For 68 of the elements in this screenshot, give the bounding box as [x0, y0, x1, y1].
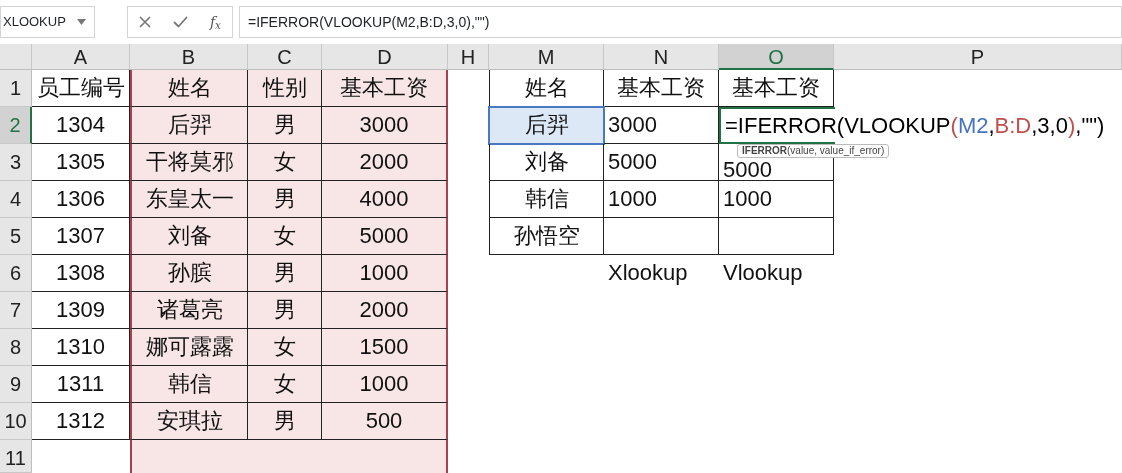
table-cell: 女 — [248, 366, 322, 403]
formula-field[interactable]: =IFERROR(VLOOKUP(M2,B:D,3,0),"") — [239, 6, 1122, 38]
table-cell: 基本工资 — [322, 70, 448, 107]
column-header[interactable]: M — [489, 44, 604, 70]
table-cell: 男 — [248, 255, 322, 292]
table-cell: 女 — [248, 218, 322, 255]
table-cell: 1000 — [322, 255, 448, 292]
table-cell: 3000 — [322, 107, 448, 144]
row-header[interactable]: 5 — [0, 218, 32, 255]
function-tooltip: IFERROR(value, value_if_error) — [737, 144, 890, 158]
row-header[interactable]: 3 — [0, 144, 32, 181]
row-header[interactable]: 4 — [0, 181, 32, 218]
table-cell: 韩信 — [130, 366, 248, 403]
function-button[interactable]: f$_{x}$ — [209, 11, 221, 33]
column-header[interactable]: H — [448, 44, 489, 70]
table-cell: 刘备 — [130, 218, 248, 255]
table-cell: 后羿 — [489, 107, 604, 144]
table-cell: 2000 — [322, 144, 448, 181]
column-header[interactable]: C — [248, 44, 322, 70]
table-cell: 1000 — [604, 181, 719, 218]
table-cell: 后羿 — [130, 107, 248, 144]
row-header[interactable]: 8 — [0, 329, 32, 366]
check-icon[interactable] — [172, 16, 188, 28]
row-header[interactable]: 9 — [0, 366, 32, 403]
table-cell: 男 — [248, 292, 322, 329]
table-cell: 刘备 — [489, 144, 604, 181]
table-cell: 女 — [248, 144, 322, 181]
table-cell: 孙膑 — [130, 255, 248, 292]
table-cell: 男 — [248, 181, 322, 218]
table-cell: 女 — [248, 329, 322, 366]
table-cell: 5000 — [322, 218, 448, 255]
column-header[interactable]: D — [322, 44, 448, 70]
table-cell: 韩信 — [489, 181, 604, 218]
table-cell-text: Vlookup — [722, 259, 804, 287]
column-header[interactable]: B — [130, 44, 248, 70]
table-cell-text: Xlookup — [607, 259, 689, 287]
row-header[interactable]: 2 — [0, 107, 32, 144]
table-cell: 安琪拉 — [130, 403, 248, 440]
caret-icon[interactable] — [77, 19, 86, 25]
close-icon[interactable] — [138, 16, 151, 28]
table-cell: 干将莫邪 — [130, 144, 248, 181]
table-cell: 娜可露露 — [130, 329, 248, 366]
table-cell: 1500 — [322, 329, 448, 366]
row-header[interactable]: 11 — [0, 440, 32, 473]
column-header[interactable]: O — [719, 44, 834, 70]
column-header[interactable]: P — [834, 44, 1122, 70]
table-cell: 姓名 — [130, 70, 248, 107]
row-header[interactable]: 6 — [0, 255, 32, 292]
table-cell: 1000 — [719, 181, 834, 218]
table-cell: 诸葛亮 — [130, 292, 248, 329]
table-cell: 性别 — [248, 70, 322, 107]
table-cell: 500 — [322, 403, 448, 440]
row-header[interactable]: 7 — [0, 292, 32, 329]
row-header[interactable]: 10 — [0, 403, 32, 440]
table-cell: 3000 — [604, 107, 719, 144]
table-cell: 男 — [248, 107, 322, 144]
column-header[interactable]: A — [32, 44, 130, 70]
table-cell: 基本工资 — [719, 70, 834, 107]
table-cell: 2000 — [322, 292, 448, 329]
table-cell: 1000 — [322, 366, 448, 403]
row-header[interactable]: 1 — [0, 70, 32, 107]
table-cell: 东皇太一 — [130, 181, 248, 218]
table-cell: 孙悟空 — [489, 218, 604, 255]
table-cell: 男 — [248, 403, 322, 440]
table-cell: 基本工资 — [604, 70, 719, 107]
column-header[interactable]: N — [604, 44, 719, 70]
table-cell: 4000 — [322, 181, 448, 218]
table-cell: 5000 — [604, 144, 719, 181]
